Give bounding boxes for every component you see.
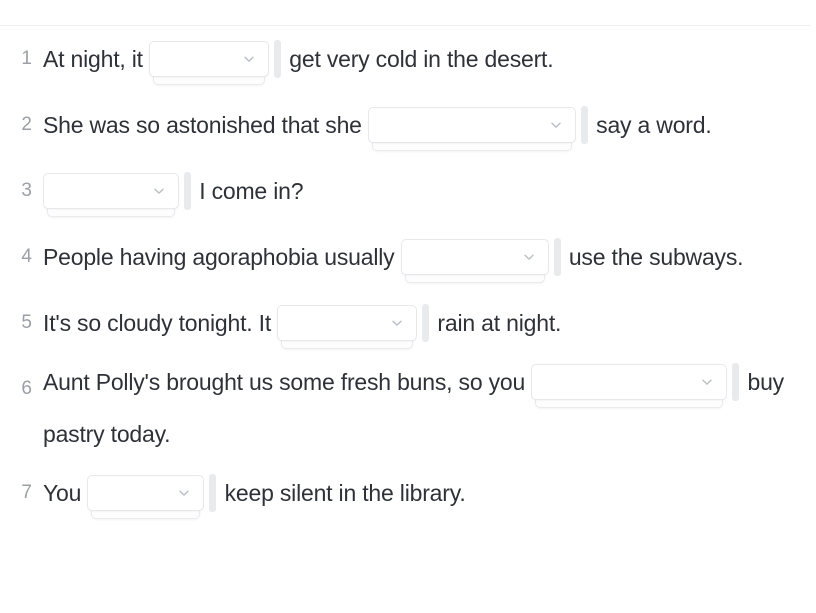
- answer-select-6[interactable]: [531, 364, 728, 400]
- chevron-down-icon: [151, 183, 167, 199]
- question-text: buy: [741, 369, 784, 395]
- question-body: She was so astonished that she say a wor…: [32, 92, 808, 158]
- answer-select-1[interactable]: [149, 41, 270, 77]
- text-caret-bar[interactable]: [732, 363, 740, 401]
- question-text: You: [43, 480, 88, 506]
- question-number: 5: [21, 312, 32, 333]
- question-body: Aunt Polly's brought us some fresh buns,…: [32, 356, 808, 460]
- text-caret-bar[interactable]: [209, 474, 217, 512]
- chevron-down-icon: [176, 485, 192, 501]
- question-number: 2: [21, 114, 32, 135]
- question-row: 1 At night, it get very cold in the deser…: [0, 26, 816, 92]
- question-text: pastry today.: [43, 421, 171, 447]
- question-text: keep silent in the library.: [218, 480, 466, 506]
- question-body: You keep silent in the library.: [32, 460, 808, 526]
- question-number: 3: [21, 180, 32, 201]
- question-number: 6: [21, 378, 32, 399]
- question-text: At night, it: [43, 46, 150, 72]
- question-list: 1 At night, it get very cold in the deser…: [0, 26, 816, 526]
- chevron-down-icon: [241, 51, 257, 67]
- question-number: 7: [21, 482, 32, 503]
- text-caret-bar[interactable]: [580, 106, 588, 144]
- question-row: 2 She was so astonished that she say a wo…: [0, 92, 816, 158]
- exercise-page: 1 At night, it get very cold in the deser…: [0, 0, 816, 613]
- question-text: rain at night.: [431, 310, 562, 336]
- text-caret-bar[interactable]: [422, 304, 430, 342]
- question-number: 4: [21, 246, 32, 267]
- question-number: 1: [21, 48, 32, 69]
- question-row: 6 Aunt Polly's brought us some fresh buns…: [0, 356, 816, 460]
- answer-select-7[interactable]: [87, 475, 205, 511]
- question-body: People having agoraphobia usually use th…: [32, 224, 808, 290]
- text-caret-bar[interactable]: [274, 40, 282, 78]
- answer-select-4[interactable]: [400, 239, 549, 275]
- question-row: 3 I come in?: [0, 158, 816, 224]
- question-body: I come in?: [32, 158, 808, 224]
- text-caret-bar[interactable]: [553, 238, 561, 276]
- answer-select-3[interactable]: [43, 173, 179, 209]
- question-text: It's so cloudy tonight. It: [43, 310, 278, 336]
- chevron-down-icon: [389, 315, 405, 331]
- chevron-down-icon: [699, 374, 715, 390]
- question-text: I come in?: [193, 178, 304, 204]
- question-text: People having agoraphobia usually: [43, 244, 401, 270]
- question-body: At night, it get very cold in the desert…: [32, 26, 808, 92]
- answer-select-5[interactable]: [277, 305, 418, 341]
- question-text: use the subways.: [562, 244, 744, 270]
- chevron-down-icon: [521, 249, 537, 265]
- question-text: Aunt Polly's brought us some fresh buns,…: [43, 369, 532, 395]
- question-row: 5 It's so cloudy tonight. It rain at nigh…: [0, 290, 816, 356]
- question-body: It's so cloudy tonight. It rain at night…: [32, 290, 808, 356]
- question-text: say a word.: [589, 112, 712, 138]
- question-text: get very cold in the desert.: [283, 46, 554, 72]
- answer-select-2[interactable]: [367, 107, 576, 143]
- question-text: She was so astonished that she: [43, 112, 368, 138]
- question-row: 4 People having agoraphobia usually use t…: [0, 224, 816, 290]
- question-row: 7 You keep silent in the library.: [0, 460, 816, 526]
- text-caret-bar[interactable]: [184, 172, 191, 210]
- chevron-down-icon: [548, 117, 564, 133]
